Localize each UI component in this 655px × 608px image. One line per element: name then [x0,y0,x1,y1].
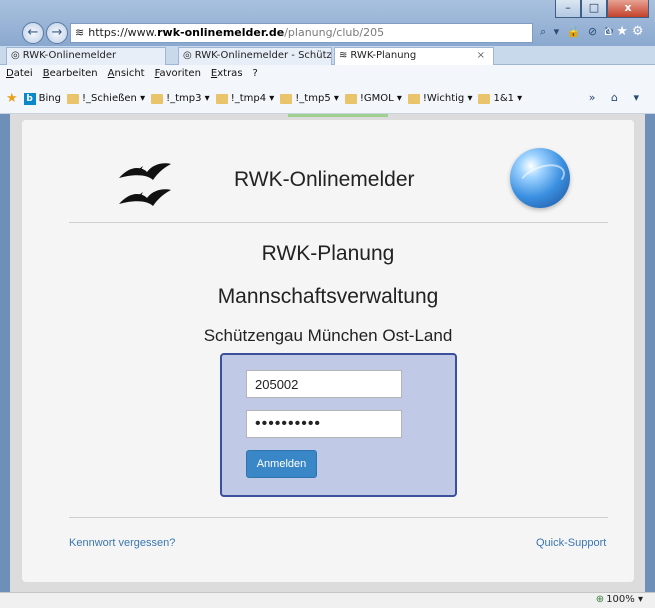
zoom-icon: ⊕ [595,594,605,605]
favorites-bar: ★ b Bing !_Schießen ▾ !_tmp3 ▾ !_tmp4 ▾ !… [0,84,655,114]
site-favicon-icon: ≋ [75,26,85,39]
back-button[interactable]: ← [22,22,44,44]
folder-icon [478,93,491,104]
target-icon: ◎ [183,50,192,61]
browser-titlebar: – □ x ← → ≋ https://www.rwk-onlinemelder.… [0,0,655,46]
main-panel: RWK-Onlinemelder RWK-Planung Mannschafts… [22,120,634,582]
folder-icon [280,93,293,104]
login-button[interactable]: Anmelden [246,450,317,478]
favorite-folder-1und1[interactable]: 1&1 ▾ [478,93,522,104]
folder-icon [215,93,228,104]
app-title: RWK-Onlinemelder [234,168,415,191]
page-subheading-gau: Schützengau München Ost-Land [203,326,453,345]
tab-label: RWK-Onlinemelder - Schützen... [194,50,332,61]
menu-ansicht[interactable]: Ansicht [108,68,145,81]
favorite-label: !_tmp4 ▾ [230,93,275,104]
folder-icon [344,93,357,104]
address-bar[interactable]: ≋ https://www.rwk-onlinemelder.de/planung… [70,23,533,43]
home-chevron-icons[interactable]: » ⌂ ▾ [589,91,645,104]
password-field[interactable] [246,410,402,438]
home-favorites-settings-icons[interactable]: ⌂★⚙ [604,24,648,39]
forward-button[interactable]: → [46,22,68,44]
favorite-label: Bing [38,93,61,104]
menu-favoriten[interactable]: Favoriten [155,68,201,81]
menu-bar: Datei Bearbeiten Ansicht Favoriten Extra… [0,65,655,84]
site-favicon-icon: ≋ [339,50,348,61]
folder-icon [66,93,79,104]
favorite-folder-schiessen[interactable]: !_Schießen ▾ [66,93,146,104]
page-heading-verwaltung: Mannschaftsverwaltung [217,285,439,308]
target-icon: ◎ [11,50,20,61]
favorite-folder-tmp5[interactable]: !_tmp5 ▾ [280,93,339,104]
menu-help[interactable]: ? [253,68,258,81]
folder-icon [407,93,420,104]
favorite-bing[interactable]: b Bing [23,92,61,105]
tab-label: RWK-Onlinemelder [22,50,117,61]
login-form: Anmelden [220,353,457,497]
bing-icon: b [23,92,36,105]
address-domain: rwk-onlinemelder.de [157,26,285,39]
folder-icon [151,93,164,104]
zoom-dropdown-icon[interactable]: ▾ [638,594,643,605]
page-heading-planung: RWK-Planung [261,242,395,265]
tab-close-icon[interactable]: × [477,50,485,61]
username-field[interactable] [246,370,402,398]
favorites-star-icon[interactable]: ★ [6,91,18,106]
window-controls: – □ x [555,0,649,18]
favorite-folder-wichtig[interactable]: !Wichtig ▾ [407,93,473,104]
address-path: /planung/club/205 [284,26,385,39]
close-button[interactable]: x [607,0,649,18]
favorite-label: 1&1 ▾ [493,93,523,104]
tab-rwk-onlinemelder[interactable]: ◎ RWK-Onlinemelder [6,47,166,65]
minimize-button[interactable]: – [555,0,581,18]
rwk-logo-icon [119,163,171,206]
menu-datei[interactable]: Datei [6,68,33,81]
menu-extras[interactable]: Extras [211,68,243,81]
favorite-label: !GMOL ▾ [359,93,402,104]
favorite-folder-gmol[interactable]: !GMOL ▾ [344,93,402,104]
quick-support-link[interactable]: Quick-Support [536,537,606,549]
favorite-folder-tmp4[interactable]: !_tmp4 ▾ [215,93,275,104]
favorite-label: !Wichtig ▾ [422,93,473,104]
footer-divider [69,517,608,518]
menu-bearbeiten[interactable]: Bearbeiten [43,68,98,81]
favorite-label: !_tmp5 ▾ [295,93,339,104]
tab-rwk-planung[interactable]: ≋ RWK-Planung × [334,47,494,65]
forgot-password-link[interactable]: Kennwort vergessen? [69,537,175,549]
zoom-control[interactable]: ⊕ 100% ▾ [596,594,643,605]
header-divider [69,222,608,223]
favorite-label: !_Schießen ▾ [81,93,146,104]
favorite-folder-tmp3[interactable]: !_tmp3 ▾ [151,93,210,104]
zoom-level: 100% [606,594,635,605]
maximize-button[interactable]: □ [581,0,607,18]
loading-indicator [288,114,388,117]
address-scheme: https://www. [88,26,158,39]
favorite-label: !_tmp3 ▾ [166,93,210,104]
tab-rwk-onlinemelder-schuetzen[interactable]: ◎RWK-Onlinemelder - Schützen... [178,47,332,65]
globe-icon [510,148,570,208]
status-bar: ⊕ 100% ▾ [0,592,655,608]
tab-strip: ◎ RWK-Onlinemelder ◎ RWK-Onlinemelder - Sc… [0,46,655,65]
tab-label: RWK-Planung [350,50,417,61]
